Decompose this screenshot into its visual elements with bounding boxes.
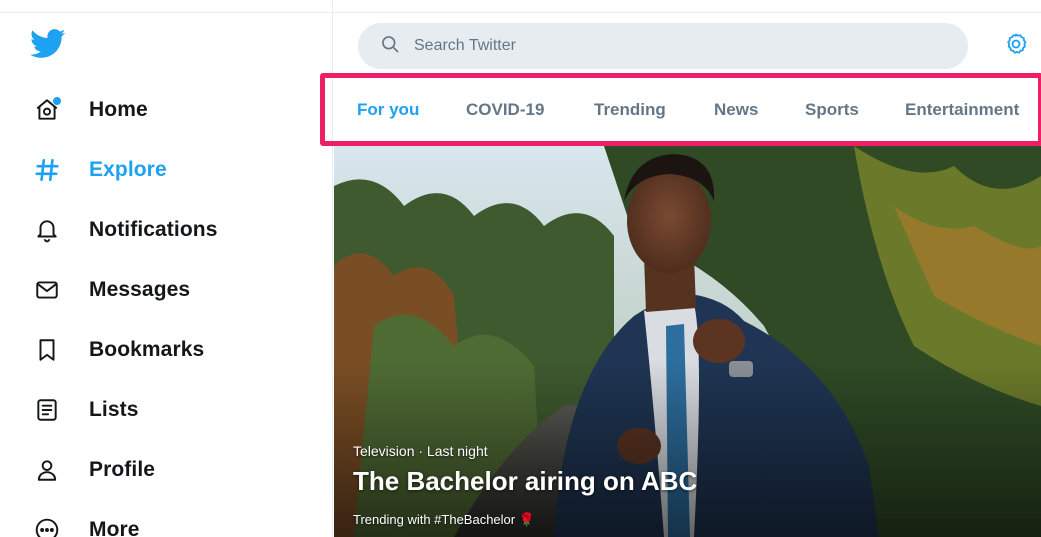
sidebar-item-lists[interactable]: Lists — [32, 390, 139, 430]
notification-dot — [53, 97, 61, 105]
tab-for-you[interactable]: For you — [357, 78, 419, 141]
sidebar-item-label: Bookmarks — [89, 338, 205, 361]
tab-entertainment[interactable]: Entertainment — [905, 78, 1019, 141]
search-input[interactable] — [414, 37, 914, 55]
search-bar[interactable] — [358, 23, 968, 69]
bell-icon — [32, 215, 62, 245]
home-icon — [32, 95, 62, 125]
sidebar-item-label: Explore — [89, 158, 167, 181]
featured-trend-card[interactable]: Television · Last night The Bachelor air… — [334, 146, 1041, 537]
more-icon — [32, 515, 62, 537]
sidebar-item-label: Messages — [89, 278, 191, 301]
search-icon — [380, 34, 400, 59]
trend-title: The Bachelor airing on ABC — [353, 466, 698, 496]
gear-icon — [1004, 32, 1028, 61]
sidebar-item-label: More — [89, 518, 140, 537]
sidebar-item-messages[interactable]: Messages — [32, 270, 190, 310]
sidebar-item-label: Notifications — [89, 218, 218, 241]
explore-main: For you COVID-19 Trending News Sports En… — [320, 0, 1041, 537]
sidebar-nav: Home Explore Notifications Messages Book… — [0, 0, 333, 537]
settings-button[interactable] — [1002, 32, 1030, 60]
bookmark-icon — [32, 335, 62, 365]
sidebar-item-label: Home — [89, 98, 148, 121]
hashtag-icon — [32, 155, 62, 185]
sidebar-item-bookmarks[interactable]: Bookmarks — [32, 330, 204, 370]
trend-meta: Television · Last night — [353, 443, 488, 459]
sidebar-item-home[interactable]: Home — [32, 90, 148, 130]
person-icon — [32, 455, 62, 485]
sidebar-item-notifications[interactable]: Notifications — [32, 210, 217, 250]
explore-tabs: For you COVID-19 Trending News Sports En… — [334, 78, 1041, 141]
envelope-icon — [32, 275, 62, 305]
sidebar-item-label: Profile — [89, 458, 156, 481]
twitter-bird-icon[interactable] — [30, 28, 66, 60]
tab-news[interactable]: News — [714, 78, 758, 141]
sidebar-item-label: Lists — [89, 398, 139, 421]
tab-trending[interactable]: Trending — [594, 78, 666, 141]
sidebar-item-explore[interactable]: Explore — [32, 150, 167, 190]
sidebar-item-profile[interactable]: Profile — [32, 450, 155, 490]
list-icon — [32, 395, 62, 425]
tab-covid-19[interactable]: COVID-19 — [466, 78, 544, 141]
tab-sports[interactable]: Sports — [805, 78, 859, 141]
sidebar-item-more[interactable]: More — [32, 510, 140, 537]
trend-hashtag: Trending with #TheBachelor 🌹 — [353, 512, 535, 527]
